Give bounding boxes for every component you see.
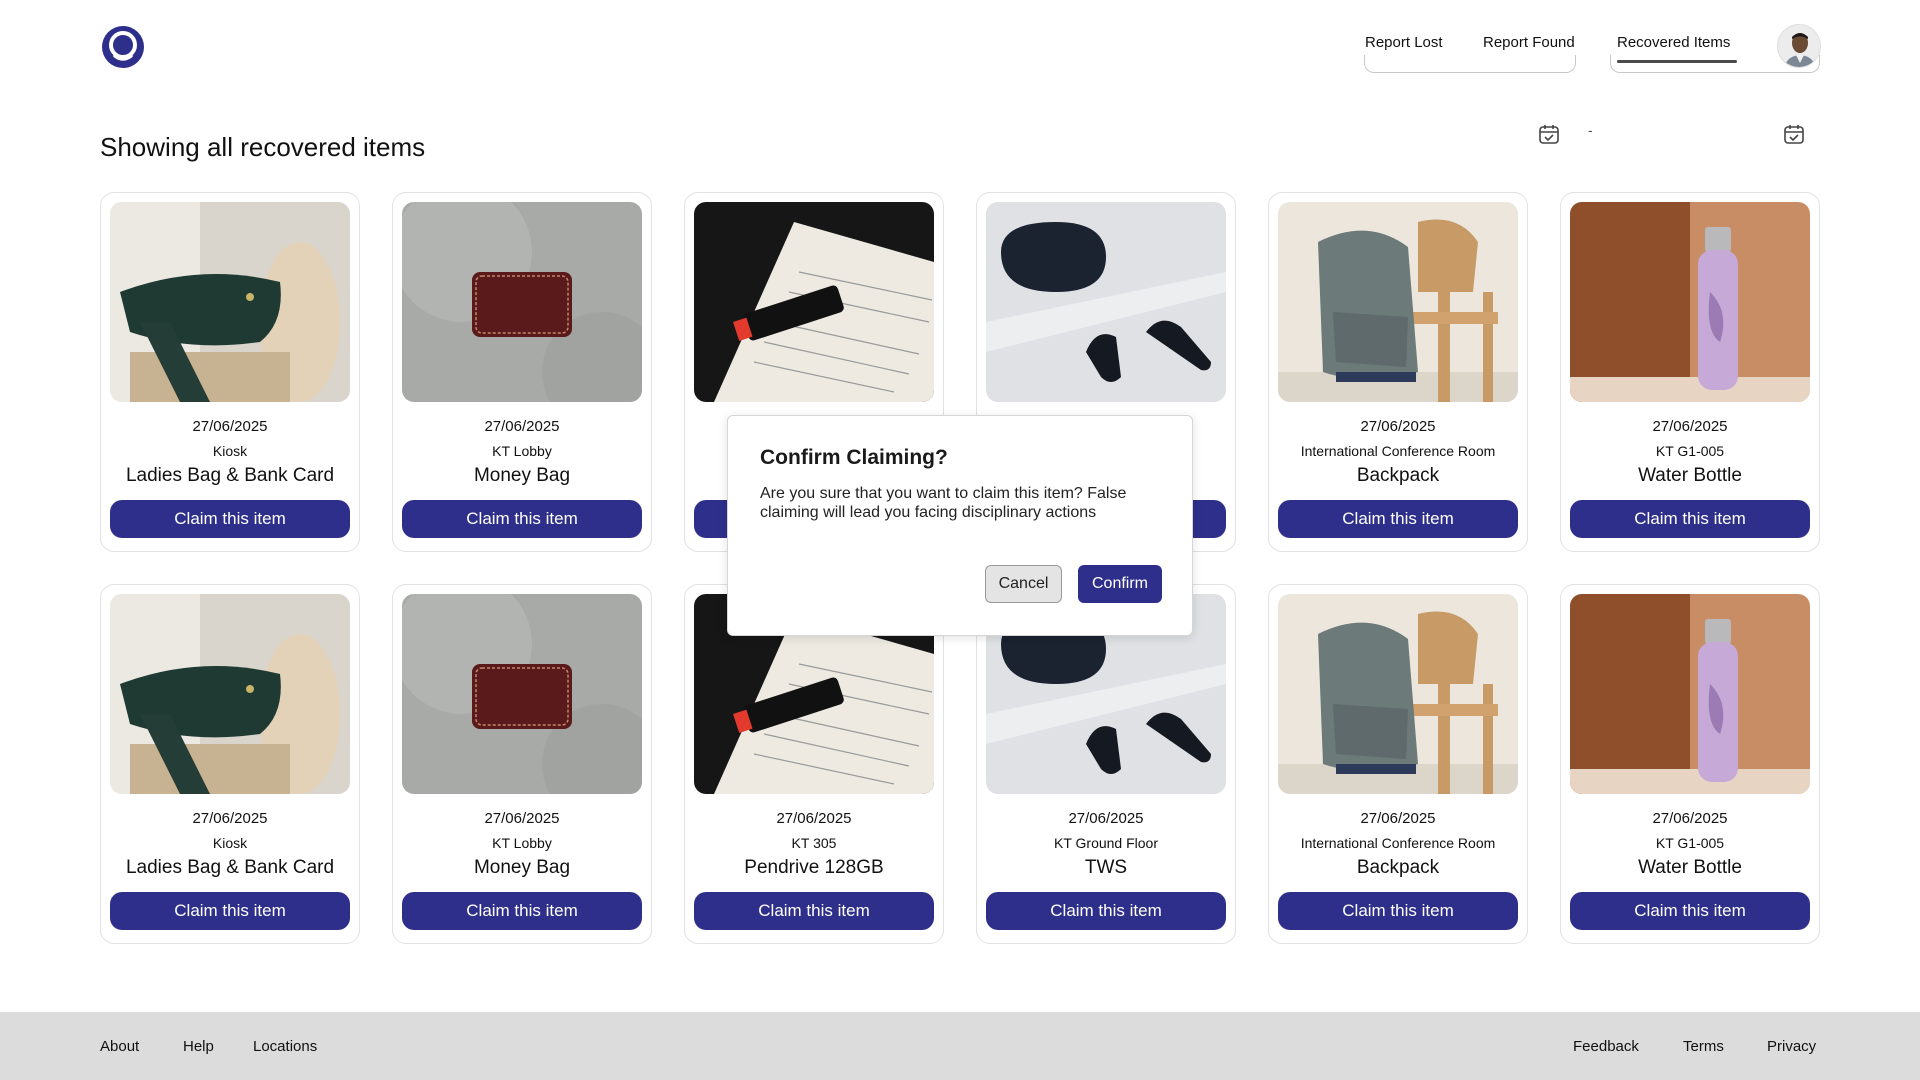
confirm-button[interactable]: Confirm — [1078, 565, 1162, 603]
item-name: Water Bottle — [1638, 465, 1742, 486]
item-location: International Conference Room — [1300, 835, 1496, 851]
footer-link-privacy[interactable]: Privacy — [1767, 1038, 1816, 1055]
item-date: 27/06/2025 — [776, 810, 852, 827]
item-card: 27/06/2025 International Conference Room… — [1268, 584, 1528, 944]
item-card: 27/06/2025 International Conference Room… — [1268, 192, 1528, 552]
item-photo — [1570, 202, 1810, 402]
top-header: Report Lost Report Found Recovered Items — [0, 0, 1920, 100]
item-date: 27/06/2025 — [484, 418, 560, 435]
start-date-calendar-icon[interactable] — [1538, 123, 1560, 145]
item-name: TWS — [1084, 857, 1128, 878]
item-name: Backpack — [1356, 857, 1440, 878]
item-card: 27/06/2025 KT Lobby Money Bag Claim this… — [392, 584, 652, 944]
item-name: Ladies Bag & Bank Card — [125, 857, 335, 878]
user-avatar[interactable] — [1777, 24, 1821, 68]
claim-item-button[interactable]: Claim this item — [1278, 892, 1518, 930]
item-card: 27/06/2025 KT G1-005 Water Bottle Claim … — [1560, 192, 1820, 552]
footer-link-locations[interactable]: Locations — [253, 1038, 317, 1055]
dialog-message: Are you sure that you want to claim this… — [760, 485, 1127, 521]
item-date: 27/06/2025 — [192, 810, 268, 827]
active-tab-indicator — [1617, 60, 1737, 63]
item-name: Money Bag — [473, 857, 571, 878]
cancel-button[interactable]: Cancel — [985, 565, 1062, 603]
item-photo — [402, 594, 642, 794]
item-location: KT G1-005 — [1655, 835, 1725, 851]
item-name: Money Bag — [473, 465, 571, 486]
item-photo — [1570, 594, 1810, 794]
item-name: Water Bottle — [1638, 857, 1742, 878]
footer-link-feedback[interactable]: Feedback — [1573, 1038, 1639, 1055]
claim-item-button[interactable]: Claim this item — [110, 500, 350, 538]
nav-recovered-items[interactable]: Recovered Items — [1617, 34, 1730, 51]
item-photo — [402, 202, 642, 402]
item-date: 27/06/2025 — [1068, 810, 1144, 827]
page-footer: About Help Locations Feedback Terms Priv… — [0, 1012, 1920, 1080]
claim-item-button[interactable]: Claim this item — [986, 892, 1226, 930]
item-location: International Conference Room — [1300, 443, 1496, 459]
item-name: Ladies Bag & Bank Card — [125, 465, 335, 486]
nav-group-outline — [1364, 55, 1576, 73]
item-date: 27/06/2025 — [1652, 810, 1728, 827]
end-date-calendar-icon[interactable] — [1783, 123, 1805, 145]
item-photo — [1278, 594, 1518, 794]
item-photo — [110, 202, 350, 402]
item-date: 27/06/2025 — [484, 810, 560, 827]
item-date: 27/06/2025 — [1360, 418, 1436, 435]
item-photo — [694, 202, 934, 402]
claim-item-button[interactable]: Claim this item — [110, 892, 350, 930]
item-location: Kiosk — [212, 443, 248, 459]
footer-link-terms[interactable]: Terms — [1683, 1038, 1724, 1055]
item-card: 27/06/2025 Kiosk Ladies Bag & Bank Card … — [100, 192, 360, 552]
claim-item-button[interactable]: Claim this item — [1570, 500, 1810, 538]
item-card: 27/06/2025 KT 305 Pendrive 128GB Claim t… — [684, 584, 944, 944]
nav-report-lost[interactable]: Report Lost — [1365, 34, 1443, 51]
item-date: 27/06/2025 — [192, 418, 268, 435]
page-title: Showing all recovered items — [100, 132, 426, 162]
item-date: 27/06/2025 — [1360, 810, 1436, 827]
claim-item-button[interactable]: Claim this item — [1278, 500, 1518, 538]
item-location: Kiosk — [212, 835, 248, 851]
confirm-claim-dialog: Confirm Claiming? Are you sure that you … — [727, 415, 1193, 636]
item-location: KT G1-005 — [1655, 443, 1725, 459]
item-card: 27/06/2025 KT G1-005 Water Bottle Claim … — [1560, 584, 1820, 944]
item-photo — [1278, 202, 1518, 402]
footer-link-about[interactable]: About — [100, 1038, 139, 1055]
item-card: 27/06/2025 KT Lobby Money Bag Claim this… — [392, 192, 652, 552]
item-name: Backpack — [1356, 465, 1440, 486]
claim-item-button[interactable]: Claim this item — [1570, 892, 1810, 930]
dialog-title: Confirm Claiming? — [760, 446, 948, 469]
item-location: KT Ground Floor — [1053, 835, 1158, 851]
item-location: KT Lobby — [492, 835, 552, 851]
item-location: KT Lobby — [492, 443, 552, 459]
item-photo — [110, 594, 350, 794]
item-card: 27/06/2025 Kiosk Ladies Bag & Bank Card … — [100, 584, 360, 944]
claim-item-button[interactable]: Claim this item — [402, 892, 642, 930]
item-date: 27/06/2025 — [1652, 418, 1728, 435]
item-card: 27/06/2025 KT Ground Floor TWS Claim thi… — [976, 584, 1236, 944]
footer-link-help[interactable]: Help — [183, 1038, 214, 1055]
app-logo-icon[interactable] — [100, 24, 146, 70]
item-photo — [986, 202, 1226, 402]
nav-report-found[interactable]: Report Found — [1483, 34, 1575, 51]
item-location: KT 305 — [791, 835, 837, 851]
claim-item-button[interactable]: Claim this item — [402, 500, 642, 538]
date-range-separator: - — [1588, 122, 1593, 138]
item-name: Pendrive 128GB — [744, 857, 884, 878]
claim-item-button[interactable]: Claim this item — [694, 892, 934, 930]
